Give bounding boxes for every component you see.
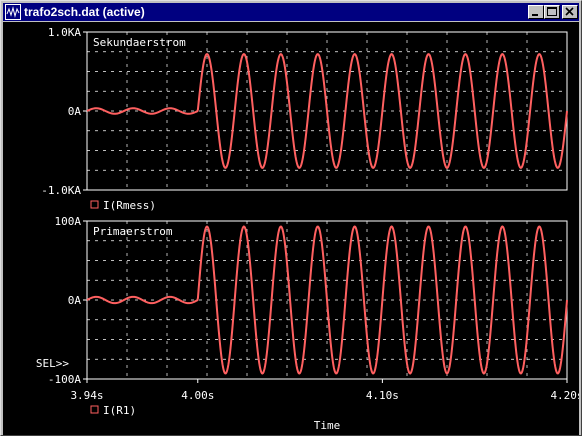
sek-legend-label: I(Rmess) [103,199,156,212]
x-tick-label: 3.94s [70,389,103,402]
close-button[interactable] [562,5,578,19]
sek-y-tick-label: -1.0KA [41,184,81,197]
prim-legend-label: I(R1) [103,404,136,417]
sek-y-tick-label: 1.0KA [48,26,81,39]
sek-panel-title: Sekundaerstrom [93,36,186,49]
prim-panel-title: Primaerstrom [93,225,173,238]
window-title: trafo2sch.dat (active) [24,5,145,19]
x-tick-label: 4.20s [550,389,579,402]
prim-y-tick-label: 100A [55,215,82,228]
x-tick-label: 4.10s [366,389,399,402]
plot-window: trafo2sch.dat (active) 1.0KA 0A -1.0KA Seku… [0,0,582,436]
x-axis-label: Time [314,419,341,432]
selection-marker: SEL>> [36,357,69,370]
maximize-icon [547,7,557,16]
minimize-button[interactable] [528,5,544,19]
plot-area[interactable]: 1.0KA 0A -1.0KA Sekundaerstrom I(Rmess) 100A 0… [3,22,579,435]
probe-app-icon [5,4,21,20]
prim-legend-marker [90,405,99,414]
prim-y-tick-label: -100A [48,373,81,386]
sek-legend-marker [90,200,99,209]
maximize-button[interactable] [544,5,560,19]
minimize-icon [532,14,538,16]
x-tick-label: 4.00s [181,389,214,402]
sek-y-tick-label: 0A [68,105,82,118]
prim-y-tick-label: 0A [68,294,82,307]
close-icon [565,7,574,16]
probe-plot[interactable]: 1.0KA 0A -1.0KA Sekundaerstrom I(Rmess) 100A 0… [3,22,579,435]
title-bar[interactable]: trafo2sch.dat (active) [3,3,579,21]
